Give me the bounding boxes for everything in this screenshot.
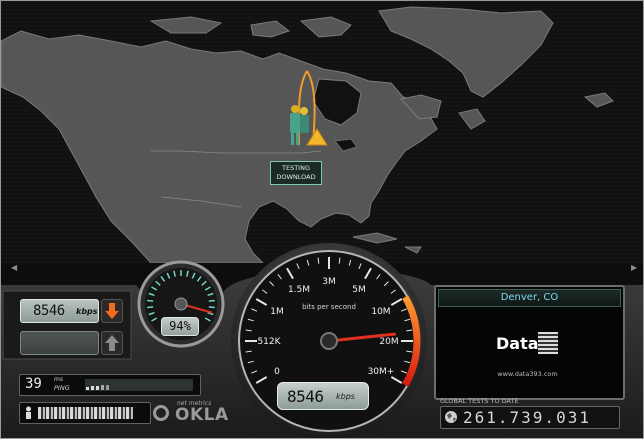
testing-download-label: TESTING DOWNLOAD (270, 161, 322, 185)
download-arrow-icon (105, 303, 119, 319)
global-tests-value: 261.739.031 (463, 408, 591, 427)
current-speed-value: 8546 (287, 387, 324, 406)
progress-tick (147, 299, 154, 302)
marker-label-line1: TESTING (282, 164, 310, 172)
gauge-scale-label: 512K (257, 337, 281, 347)
ping-label: PING (54, 384, 70, 392)
upload-arrow-tile (101, 331, 123, 355)
upload-speed-display (20, 331, 99, 355)
download-speed-display: 8546 kbps (20, 299, 99, 323)
server-cone-icon (306, 128, 328, 146)
download-value: 8546 (33, 303, 65, 319)
gauge-scale-label: 30M+ (368, 367, 395, 377)
server-location-bar: Denver, CO (438, 289, 621, 307)
gauge-scale-label: 1M (270, 307, 284, 317)
global-tests-counter: GLOBAL TESTS TO DATE 261.739.031 (436, 397, 622, 430)
ping-meter (85, 379, 193, 391)
gauge-scale-label: 0 (274, 367, 280, 377)
gauge-scale-label: 5M (352, 285, 366, 295)
download-arrow-tile (101, 299, 123, 323)
gauge-center-label: bits per second (302, 303, 356, 311)
current-speed-display: 8546 kbps (277, 382, 369, 410)
user-icon (26, 406, 31, 419)
ookla-ring-icon (153, 405, 169, 421)
gauge-scale-label: 3M (322, 277, 336, 287)
progress-tick (147, 306, 154, 309)
speedtest-app: ◀ ▶ TESTING DOWNLOAD 8546 kbps 39 ms PIN… (0, 0, 644, 439)
global-tests-label: GLOBAL TESTS TO DATE (440, 397, 519, 405)
download-unit: kbps (76, 307, 98, 316)
progress-percent: 94% (161, 317, 199, 336)
global-tests-readout: 261.739.031 (440, 406, 620, 429)
progress-tick (208, 299, 215, 302)
server-info-panel: Denver, CO Data3 www.data393.com (434, 285, 625, 400)
host-name-redacted (538, 332, 558, 354)
upload-arrow-icon (105, 335, 119, 351)
globe-icon (445, 411, 457, 423)
ip-address-display (19, 402, 151, 424)
ip-address-redacted (38, 407, 133, 419)
ping-value: 39 (25, 376, 42, 392)
ping-unit: ms (54, 376, 63, 383)
server-location: Denver, CO (500, 292, 559, 303)
ookla-logo: net metrics OKLA (153, 400, 228, 426)
host-url[interactable]: www.data393.com (436, 370, 619, 378)
marker-label-line2: DOWNLOAD (276, 173, 316, 181)
gauge-scale-label: 20M (379, 337, 398, 347)
current-speed-unit: kbps (336, 392, 355, 401)
gauge-scale-label: 10M (371, 307, 390, 317)
ping-display: 39 ms PING (19, 374, 201, 396)
progress-tick (208, 306, 215, 309)
gauge-scale-label: 1.5M (288, 285, 310, 295)
